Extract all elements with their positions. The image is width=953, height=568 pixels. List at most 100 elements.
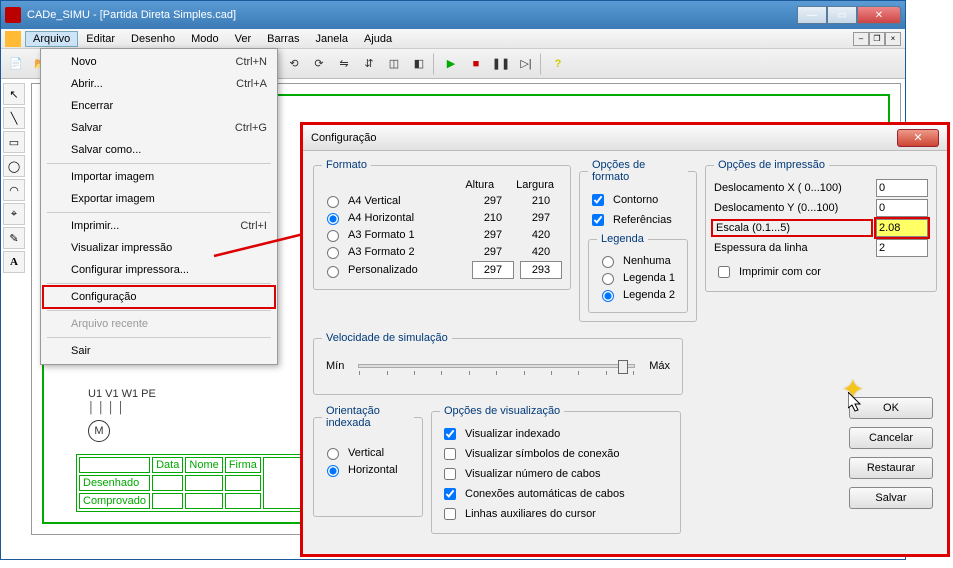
menu-item-sair[interactable]: Sair [43,340,275,362]
opcoes-impressao-group: Opções de impressão Deslocamento X ( 0..… [705,159,937,292]
restore-button[interactable]: Restaurar [849,457,933,479]
formato-radio-1[interactable] [327,213,339,225]
menu-item-label: Salvar [71,122,102,134]
menu-modo[interactable]: Modo [183,31,227,47]
formato-radio-3[interactable] [327,247,339,259]
legenda-nenhuma-radio[interactable] [602,256,614,268]
step-icon[interactable]: ▷| [515,53,537,75]
mdi-close[interactable]: × [885,32,901,46]
velocidade-slider[interactable] [358,364,635,368]
imprimir-cor-checkbox[interactable] [718,266,730,278]
link-icon[interactable]: ⌖ [3,203,25,225]
legenda1-radio[interactable] [602,273,614,285]
formato-h-3: 297 [472,246,514,258]
menu-item-exportar-imagem[interactable]: Exportar imagem [43,188,275,210]
menu-item-visualizar-impress-o[interactable]: Visualizar impressão [43,237,275,259]
close-button[interactable]: ✕ [857,6,901,24]
rotate-icon[interactable]: ⟲ [283,53,305,75]
mdi-restore[interactable]: ❐ [869,32,885,46]
play-icon[interactable]: ▶ [440,53,462,75]
line-icon[interactable]: ╲ [3,107,25,129]
formato-w-0: 210 [520,195,562,207]
flip-v-icon[interactable]: ⇵ [358,53,380,75]
visual-label-4: Linhas auxiliares do cursor [465,508,596,520]
menu-item-label: Arquivo recente [71,318,148,330]
desloc-x-label: Deslocamento X ( 0...100) [714,182,870,194]
new-icon[interactable]: 📄 [5,53,27,75]
mirror-icon[interactable]: ◫ [383,53,405,75]
visual-check-0[interactable] [444,428,456,440]
save-button[interactable]: Salvar [849,487,933,509]
visual-check-2[interactable] [444,468,456,480]
help-icon[interactable]: ? [547,53,569,75]
stop-icon[interactable]: ■ [465,53,487,75]
ori-vertical-label: Vertical [348,447,384,459]
mirror2-icon[interactable]: ◧ [408,53,430,75]
menu-item-configurar-impressora-[interactable]: Configurar impressora... [43,259,275,281]
espessura-input[interactable] [876,239,928,257]
menu-item-salvar-como-[interactable]: Salvar como... [43,139,275,161]
mouse-cursor-icon [848,392,866,416]
menubar: Arquivo Editar Desenho Modo Ver Barras J… [1,29,905,49]
menu-barras[interactable]: Barras [259,31,307,47]
menu-janela[interactable]: Janela [308,31,356,47]
dialog-close-button[interactable]: ✕ [897,129,939,147]
ori-vertical-radio[interactable] [327,448,339,460]
menu-item-importar-imagem[interactable]: Importar imagem [43,166,275,188]
menu-ver[interactable]: Ver [227,31,260,47]
mdi-minimize[interactable]: – [853,32,869,46]
menu-editar[interactable]: Editar [78,31,123,47]
menu-item-encerrar[interactable]: Encerrar [43,95,275,117]
arc-icon[interactable]: ◠ [3,179,25,201]
contorno-checkbox[interactable] [592,194,604,206]
minimize-button[interactable]: — [797,6,827,24]
formato-w-2: 420 [520,229,562,241]
ellipse-icon[interactable]: ◯ [3,155,25,177]
desloc-y-input[interactable] [876,199,928,217]
menu-item-imprimir-[interactable]: Imprimir...Ctrl+I [43,215,275,237]
text-icon[interactable]: A [3,251,25,273]
wire-labels: U1 V1 W1 PE [88,388,156,400]
desloc-x-input[interactable] [876,179,928,197]
menu-item-label: Configurar impressora... [71,264,189,276]
legenda-group: Legenda Nenhuma Legenda 1 Legenda 2 [588,233,688,313]
menu-shortcut: Ctrl+I [240,220,267,232]
menu-item-label: Importar imagem [71,171,154,183]
visual-legend: Opções de visualização [440,405,564,417]
visual-check-3[interactable] [444,488,456,500]
escala-input[interactable] [876,219,928,237]
maximize-button[interactable]: ▭ [827,6,857,24]
paint-icon[interactable]: ✎ [3,227,25,249]
config-dialog: Configuração ✕ Formato Altura Largura A4… [300,122,950,557]
menu-arquivo[interactable]: Arquivo [25,31,78,47]
menu-item-novo[interactable]: NovoCtrl+N [43,51,275,73]
flip-h-icon[interactable]: ⇋ [333,53,355,75]
menu-item-abrir-[interactable]: Abrir...Ctrl+A [43,73,275,95]
menu-item-salvar[interactable]: SalvarCtrl+G [43,117,275,139]
legenda2-radio[interactable] [602,290,614,302]
pause-icon[interactable]: ❚❚ [490,53,512,75]
doc-icon [5,31,21,47]
legenda1-label: Legenda 1 [623,272,675,284]
formato-radio-4[interactable] [327,266,339,278]
formato-largura-input[interactable] [520,261,562,279]
menu-item-configura-o[interactable]: Configuração [43,286,275,308]
menu-item-label: Visualizar impressão [71,242,172,254]
rotate2-icon[interactable]: ⟳ [308,53,330,75]
menu-ajuda[interactable]: Ajuda [356,31,400,47]
formato-radio-0[interactable] [327,196,339,208]
formato-label-4: Personalizado [348,264,466,276]
visual-check-4[interactable] [444,508,456,520]
motor-symbol: M [88,420,110,442]
pointer-icon[interactable]: ↖ [3,83,25,105]
visual-check-1[interactable] [444,448,456,460]
referencias-checkbox[interactable] [592,214,604,226]
menu-desenho[interactable]: Desenho [123,31,183,47]
formato-radio-2[interactable] [327,230,339,242]
cancel-button[interactable]: Cancelar [849,427,933,449]
ori-horizontal-radio[interactable] [327,465,339,477]
visual-label-2: Visualizar número de cabos [465,468,601,480]
rect-icon[interactable]: ▭ [3,131,25,153]
formato-altura-input[interactable] [472,261,514,279]
menu-separator [47,310,271,311]
